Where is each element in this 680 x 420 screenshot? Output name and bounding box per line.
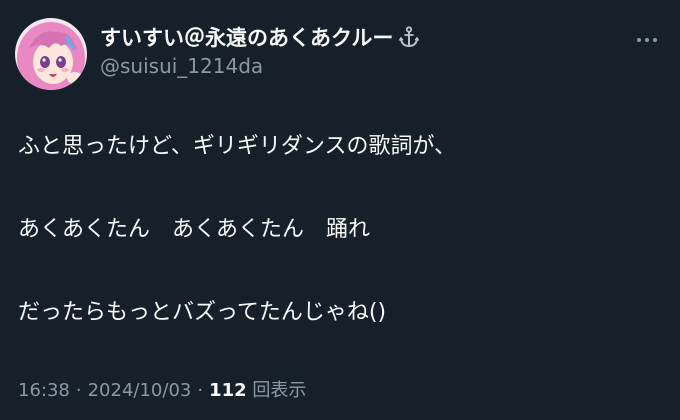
tweet-text-line: ふと思ったけど、ギリギリダンスの歌詞が、 (18, 134, 457, 159)
tweet-card: すいすい＠永遠のあくあクルー @suisui_1214da ふと思ったけど、ギリ… (0, 0, 680, 420)
avatar-image (15, 18, 87, 90)
meta-separator: · (75, 380, 82, 401)
tweet-header: すいすい＠永遠のあくあクルー @suisui_1214da (100, 22, 421, 78)
more-dot (653, 38, 657, 42)
tweet-text-line: あくあくたん あくあくたん 踊れ (18, 217, 371, 242)
meta-separator: · (197, 380, 204, 401)
views[interactable]: 112 回表示 (209, 376, 306, 402)
display-name[interactable]: すいすい＠永遠のあくあクルー (100, 22, 393, 52)
views-count: 112 (209, 380, 247, 401)
views-label: 回表示 (252, 380, 307, 401)
tweet-time[interactable]: 16:38 (18, 380, 70, 401)
tweet-date[interactable]: 2024/10/03 (88, 380, 192, 401)
more-options-button[interactable] (632, 30, 662, 50)
tweet-text-line: だったらもっとバズってたんじゃね() (18, 300, 387, 325)
more-horizontal-icon (637, 38, 641, 42)
user-handle[interactable]: @suisui_1214da (100, 54, 421, 78)
more-dot (645, 38, 649, 42)
display-name-row: すいすい＠永遠のあくあクルー (100, 22, 421, 52)
avatar[interactable] (15, 18, 87, 90)
anchor-icon (397, 25, 421, 49)
tweet-meta: 16:38 · 2024/10/03 · 112 回表示 (18, 376, 306, 402)
